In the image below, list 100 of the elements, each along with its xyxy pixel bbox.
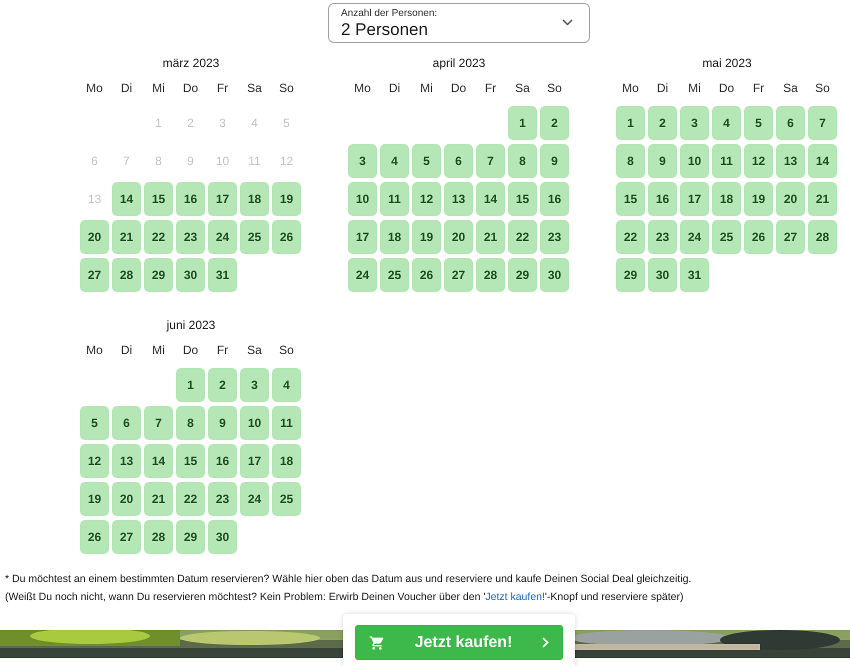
available-day[interactable]: 14 — [476, 182, 505, 216]
available-day[interactable]: 29 — [616, 258, 645, 292]
available-day[interactable]: 13 — [776, 144, 805, 178]
available-day[interactable]: 10 — [348, 182, 377, 216]
available-day[interactable]: 15 — [176, 444, 205, 478]
available-day[interactable]: 16 — [648, 182, 677, 216]
available-day[interactable]: 1 — [176, 368, 205, 402]
available-day[interactable]: 5 — [412, 144, 441, 178]
available-day[interactable]: 21 — [476, 220, 505, 254]
available-day[interactable]: 26 — [412, 258, 441, 292]
available-day[interactable]: 22 — [144, 220, 173, 254]
available-day[interactable]: 28 — [144, 520, 173, 554]
available-day[interactable]: 26 — [272, 220, 301, 254]
available-day[interactable]: 11 — [712, 144, 741, 178]
available-day[interactable]: 17 — [348, 220, 377, 254]
available-day[interactable]: 30 — [176, 258, 205, 292]
available-day[interactable]: 19 — [412, 220, 441, 254]
available-day[interactable]: 7 — [808, 106, 837, 140]
available-day[interactable]: 17 — [240, 444, 269, 478]
available-day[interactable]: 23 — [176, 220, 205, 254]
available-day[interactable]: 8 — [508, 144, 537, 178]
available-day[interactable]: 19 — [272, 182, 301, 216]
available-day[interactable]: 6 — [444, 144, 473, 178]
available-day[interactable]: 22 — [508, 220, 537, 254]
available-day[interactable]: 6 — [776, 106, 805, 140]
available-day[interactable]: 14 — [112, 182, 141, 216]
available-day[interactable]: 10 — [680, 144, 709, 178]
available-day[interactable]: 5 — [744, 106, 773, 140]
available-day[interactable]: 25 — [240, 220, 269, 254]
available-day[interactable]: 20 — [776, 182, 805, 216]
available-day[interactable]: 9 — [648, 144, 677, 178]
available-day[interactable]: 16 — [540, 182, 569, 216]
available-day[interactable]: 24 — [208, 220, 237, 254]
available-day[interactable]: 27 — [776, 220, 805, 254]
available-day[interactable]: 23 — [648, 220, 677, 254]
available-day[interactable]: 15 — [508, 182, 537, 216]
available-day[interactable]: 18 — [272, 444, 301, 478]
available-day[interactable]: 20 — [112, 482, 141, 516]
available-day[interactable]: 16 — [208, 444, 237, 478]
available-day[interactable]: 14 — [144, 444, 173, 478]
available-day[interactable]: 15 — [144, 182, 173, 216]
available-day[interactable]: 17 — [208, 182, 237, 216]
available-day[interactable]: 18 — [380, 220, 409, 254]
available-day[interactable]: 23 — [540, 220, 569, 254]
available-day[interactable]: 20 — [80, 220, 109, 254]
available-day[interactable]: 18 — [712, 182, 741, 216]
available-day[interactable]: 29 — [176, 520, 205, 554]
available-day[interactable]: 4 — [380, 144, 409, 178]
available-day[interactable]: 21 — [808, 182, 837, 216]
available-day[interactable]: 14 — [808, 144, 837, 178]
available-day[interactable]: 26 — [80, 520, 109, 554]
available-day[interactable]: 27 — [80, 258, 109, 292]
available-day[interactable]: 8 — [176, 406, 205, 440]
available-day[interactable]: 22 — [176, 482, 205, 516]
available-day[interactable]: 29 — [508, 258, 537, 292]
available-day[interactable]: 28 — [808, 220, 837, 254]
available-day[interactable]: 11 — [380, 182, 409, 216]
available-day[interactable]: 21 — [112, 220, 141, 254]
available-day[interactable]: 25 — [712, 220, 741, 254]
available-day[interactable]: 19 — [80, 482, 109, 516]
available-day[interactable]: 3 — [680, 106, 709, 140]
available-day[interactable]: 25 — [380, 258, 409, 292]
available-day[interactable]: 20 — [444, 220, 473, 254]
available-day[interactable]: 29 — [144, 258, 173, 292]
available-day[interactable]: 9 — [208, 406, 237, 440]
available-day[interactable]: 30 — [208, 520, 237, 554]
available-day[interactable]: 9 — [540, 144, 569, 178]
available-day[interactable]: 27 — [112, 520, 141, 554]
available-day[interactable]: 4 — [272, 368, 301, 402]
available-day[interactable]: 22 — [616, 220, 645, 254]
available-day[interactable]: 18 — [240, 182, 269, 216]
available-day[interactable]: 31 — [680, 258, 709, 292]
available-day[interactable]: 15 — [616, 182, 645, 216]
available-day[interactable]: 23 — [208, 482, 237, 516]
available-day[interactable]: 12 — [80, 444, 109, 478]
available-day[interactable]: 19 — [744, 182, 773, 216]
available-day[interactable]: 1 — [508, 106, 537, 140]
available-day[interactable]: 13 — [444, 182, 473, 216]
available-day[interactable]: 3 — [348, 144, 377, 178]
available-day[interactable]: 24 — [680, 220, 709, 254]
available-day[interactable]: 8 — [616, 144, 645, 178]
available-day[interactable]: 2 — [540, 106, 569, 140]
available-day[interactable]: 16 — [176, 182, 205, 216]
available-day[interactable]: 24 — [240, 482, 269, 516]
available-day[interactable]: 31 — [208, 258, 237, 292]
available-day[interactable]: 3 — [240, 368, 269, 402]
available-day[interactable]: 13 — [112, 444, 141, 478]
available-day[interactable]: 2 — [648, 106, 677, 140]
available-day[interactable]: 30 — [540, 258, 569, 292]
available-day[interactable]: 21 — [144, 482, 173, 516]
available-day[interactable]: 10 — [240, 406, 269, 440]
available-day[interactable]: 17 — [680, 182, 709, 216]
available-day[interactable]: 28 — [112, 258, 141, 292]
buy-link[interactable]: Jetzt kaufen! — [485, 591, 545, 603]
available-day[interactable]: 27 — [444, 258, 473, 292]
available-day[interactable]: 5 — [80, 406, 109, 440]
available-day[interactable]: 12 — [412, 182, 441, 216]
available-day[interactable]: 11 — [272, 406, 301, 440]
available-day[interactable]: 2 — [208, 368, 237, 402]
available-day[interactable]: 28 — [476, 258, 505, 292]
